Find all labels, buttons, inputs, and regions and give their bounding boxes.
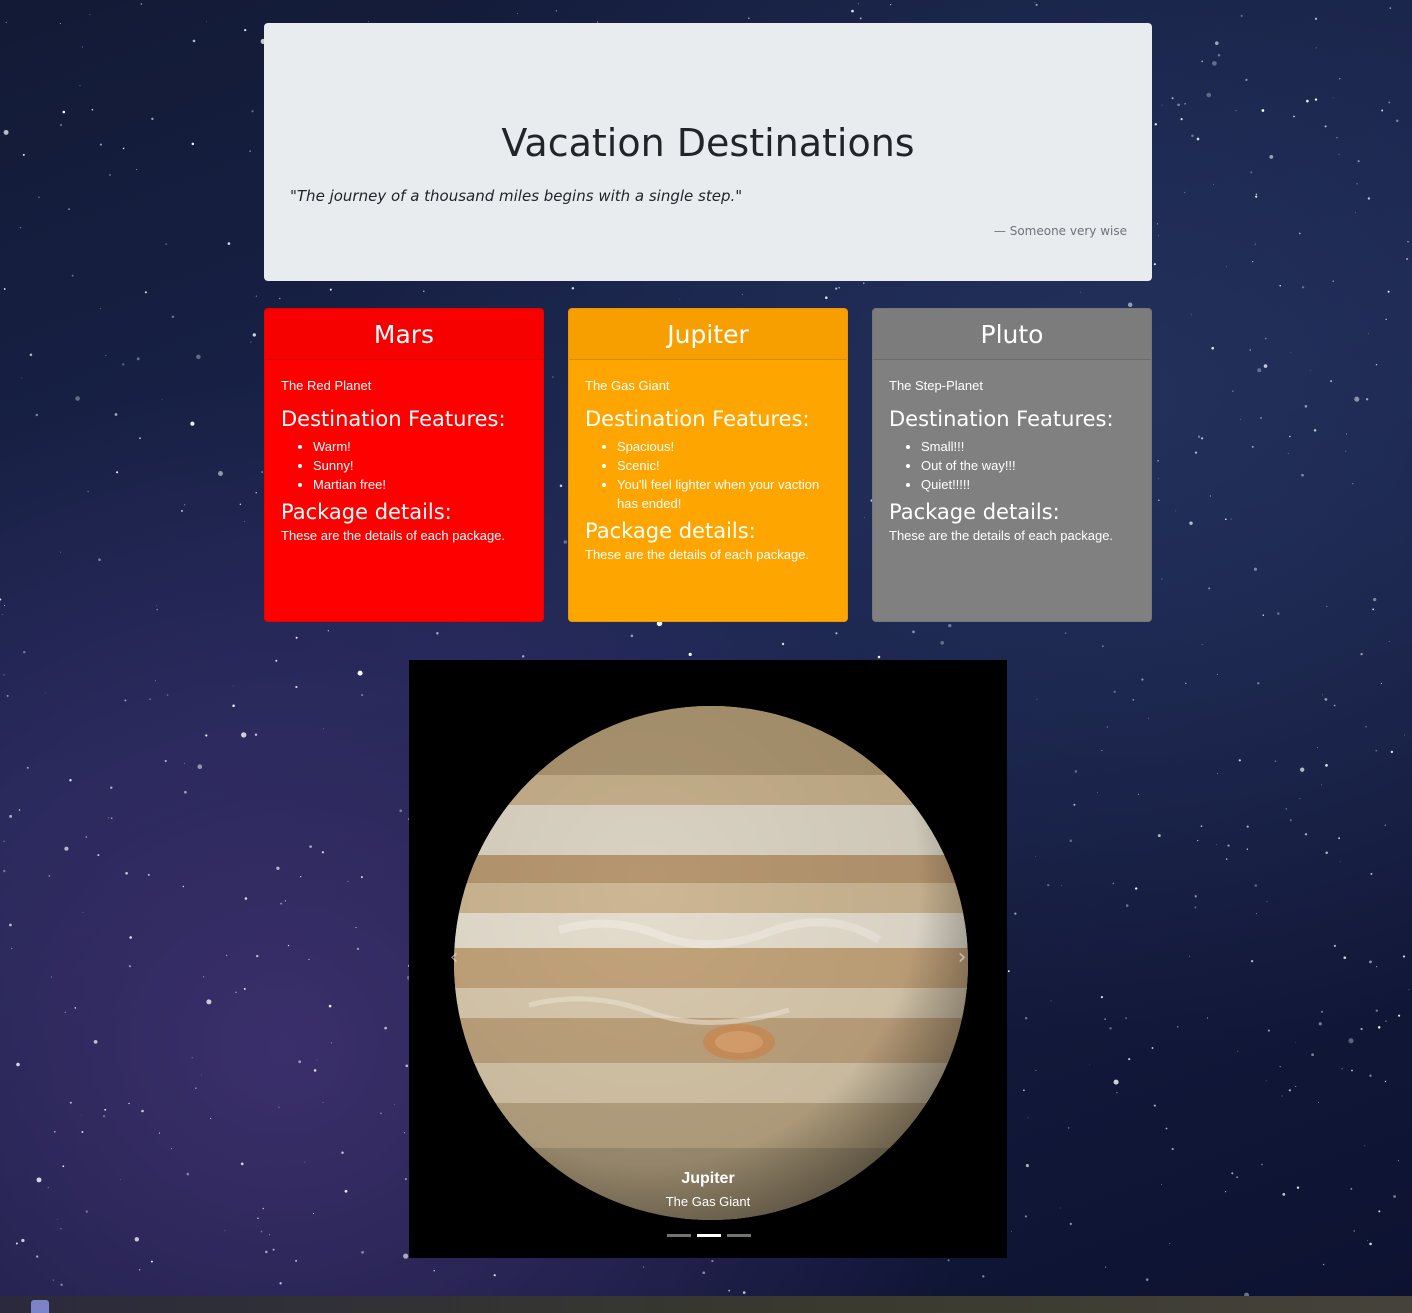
quote-author: — Someone very wise xyxy=(993,224,1127,238)
caption-subtitle: The Gas Giant xyxy=(665,1194,751,1209)
package-heading: Package details: xyxy=(281,500,452,524)
card-jupiter: Jupiter The Gas Giant Destination Featur… xyxy=(568,308,848,622)
carousel-caption: Jupiter The Gas Giant xyxy=(409,1168,1007,1209)
features-heading: Destination Features: xyxy=(889,407,1114,431)
carousel-prev-button[interactable]: ‹ xyxy=(444,940,464,976)
package-details: These are the details of each package. xyxy=(281,528,506,543)
carousel-indicators xyxy=(667,1234,751,1237)
list-item: Small!!! xyxy=(921,437,1135,456)
list-item: You'll feel lighter when your vaction ha… xyxy=(617,475,831,513)
caption-title: Jupiter xyxy=(681,1170,735,1187)
list-item: Warm! xyxy=(313,437,527,456)
taskbar xyxy=(0,1296,1412,1313)
carousel-next-button[interactable]: › xyxy=(952,940,972,976)
list-item: Sunny! xyxy=(313,456,527,475)
list-item: Scenic! xyxy=(617,456,831,475)
card-mars: Mars The Red Planet Destination Features… xyxy=(264,308,544,622)
features-heading: Destination Features: xyxy=(281,407,506,431)
card-header: Mars xyxy=(265,309,543,360)
package-details: These are the details of each package. xyxy=(585,547,810,562)
list-item: Martian free! xyxy=(313,475,527,494)
card-subtitle: The Red Planet xyxy=(281,378,372,393)
taskbar-app-icon[interactable] xyxy=(31,1300,49,1313)
features-heading: Destination Features: xyxy=(585,407,810,431)
features-list: Warm! Sunny! Martian free! xyxy=(281,437,527,494)
card-subtitle: The Step-Planet xyxy=(889,378,983,393)
card-pluto: Pluto The Step-Planet Destination Featur… xyxy=(872,308,1152,622)
carousel-indicator[interactable] xyxy=(667,1234,691,1237)
chevron-left-icon: ‹ xyxy=(449,945,459,970)
features-list: Spacious! Scenic! You'll feel lighter wh… xyxy=(585,437,831,513)
card-header: Pluto xyxy=(873,309,1151,360)
list-item: Spacious! xyxy=(617,437,831,456)
card-subtitle: The Gas Giant xyxy=(585,378,670,393)
chevron-right-icon: › xyxy=(957,945,967,970)
list-item: Out of the way!!! xyxy=(921,456,1135,475)
quote-text: "The journey of a thousand miles begins … xyxy=(290,187,743,205)
package-details: These are the details of each package. xyxy=(889,528,1114,543)
jumbotron: Vacation Destinations "The journey of a … xyxy=(264,23,1152,281)
features-list: Small!!! Out of the way!!! Quiet!!!!! xyxy=(889,437,1135,494)
page-title: Vacation Destinations xyxy=(501,121,915,165)
list-item: Quiet!!!!! xyxy=(921,475,1135,494)
card-header: Jupiter xyxy=(569,309,847,360)
package-heading: Package details: xyxy=(585,519,756,543)
carousel-indicator[interactable] xyxy=(727,1234,751,1237)
carousel-indicator[interactable] xyxy=(697,1234,721,1237)
package-heading: Package details: xyxy=(889,500,1060,524)
